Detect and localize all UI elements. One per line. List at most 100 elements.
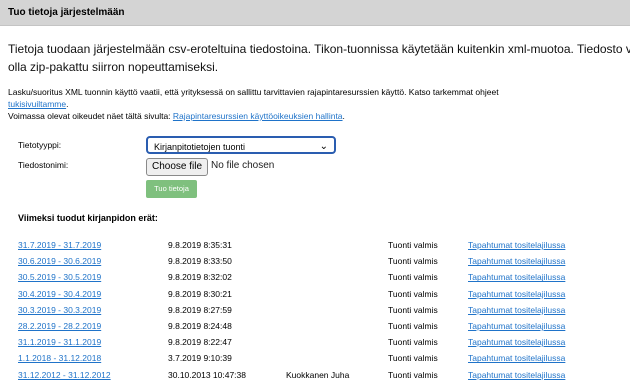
events-link[interactable]: Tapahtumat tositelajilussa xyxy=(468,272,565,282)
notes: Lasku/suoritus XML tuonnin käyttö vaatii… xyxy=(8,86,622,122)
import-user-cell xyxy=(286,253,388,269)
period-link[interactable]: 30.3.2019 - 30.3.2019 xyxy=(18,305,101,315)
notes-end-1: . xyxy=(66,99,69,109)
period-link[interactable]: 30.4.2019 - 30.4.2019 xyxy=(18,289,101,299)
table-row: 30.5.2019 - 30.5.2019 9.8.2019 8:32:02 Tuo… xyxy=(18,269,622,285)
period-link[interactable]: 1.1.2018 - 31.12.2018 xyxy=(18,353,101,363)
events-link-cell: Tapahtumat tositelajilussa xyxy=(468,334,622,350)
notes-line-1b: tukisivuiltamme. xyxy=(8,98,622,110)
recent-imports-table: 31.7.2019 - 31.7.2019 9.8.2019 8:35:31 Tuo… xyxy=(18,237,622,383)
import-user-cell xyxy=(286,269,388,285)
import-time: 9.8.2019 8:33:50 xyxy=(168,256,232,267)
import-user-cell xyxy=(286,286,388,302)
import-time-cell: 30.10.2013 10:47:38 xyxy=(168,367,286,383)
events-link[interactable]: Tapahtumat tositelajilussa xyxy=(468,370,565,380)
chevron-down-icon: ⌄ xyxy=(319,141,328,152)
table-row: 1.1.2018 - 31.12.2018 3.7.2019 9:10:39 Tuo… xyxy=(18,350,622,366)
period-link-cell: 31.1.2019 - 31.1.2019 xyxy=(18,334,168,350)
import-status-cell: Tuonti valmis xyxy=(388,318,468,334)
events-link-cell: Tapahtumat tositelajilussa xyxy=(468,253,622,269)
api-rights-link[interactable]: Rajapintaresurssien käyttöoikeuksien hal… xyxy=(173,111,343,121)
import-status: Tuonti valmis xyxy=(388,353,438,364)
data-type-label: Tietotyyppi: xyxy=(18,140,62,150)
file-name-label: Tiedostonimi: xyxy=(18,160,69,170)
import-time: 9.8.2019 8:32:02 xyxy=(168,272,232,283)
events-link-cell: Tapahtumat tositelajilussa xyxy=(468,237,622,253)
period-link-cell: 1.1.2018 - 31.12.2018 xyxy=(18,350,168,366)
events-link-cell: Tapahtumat tositelajilussa xyxy=(468,350,622,366)
panel-title: Tuo tietoja järjestelmään xyxy=(8,7,125,18)
period-link-cell: 30.6.2019 - 30.6.2019 xyxy=(18,253,168,269)
events-link-cell: Tapahtumat tositelajilussa xyxy=(468,286,622,302)
table-row: 31.1.2019 - 31.1.2019 9.8.2019 8:22:47 Tuo… xyxy=(18,334,622,350)
period-link[interactable]: 30.6.2019 - 30.6.2019 xyxy=(18,256,101,266)
notes-text-1: Lasku/suoritus XML tuonnin käyttö vaatii… xyxy=(8,87,499,97)
intro-line-1: Tietoja tuodaan järjestelmään csv-erotel… xyxy=(8,42,630,56)
period-link-cell: 31.12.2012 - 31.12.2012 xyxy=(18,367,168,383)
import-status: Tuonti valmis xyxy=(388,337,438,348)
import-status-cell: Tuonti valmis xyxy=(388,334,468,350)
import-user-cell xyxy=(286,318,388,334)
import-button[interactable]: Tuo tietoja xyxy=(146,180,197,198)
events-link[interactable]: Tapahtumat tositelajilussa xyxy=(468,321,565,331)
events-link[interactable]: Tapahtumat tositelajilussa xyxy=(468,337,565,347)
period-link-cell: 30.4.2019 - 30.4.2019 xyxy=(18,286,168,302)
events-link[interactable]: Tapahtumat tositelajilussa xyxy=(468,240,565,250)
choose-file-button[interactable]: Choose file xyxy=(146,158,209,176)
import-user-cell: Kuokkanen Juha xyxy=(286,367,388,383)
import-time: 3.7.2019 9:10:39 xyxy=(168,353,232,364)
import-user-cell xyxy=(286,350,388,366)
table-row: 31.12.2012 - 31.12.2012 30.10.2013 10:47:… xyxy=(18,367,622,383)
import-time-cell: 9.8.2019 8:35:31 xyxy=(168,237,286,253)
import-time: 9.8.2019 8:22:47 xyxy=(168,337,232,348)
import-status: Tuonti valmis xyxy=(388,272,438,283)
import-status: Tuonti valmis xyxy=(388,288,438,299)
recent-imports-title: Viimeksi tuodut kirjanpidon erät: xyxy=(18,213,158,223)
notes-text-2: Voimassa olevat oikeudet näet tältä sivu… xyxy=(8,111,173,121)
period-link[interactable]: 30.5.2019 - 30.5.2019 xyxy=(18,272,101,282)
period-link-cell: 31.7.2019 - 31.7.2019 xyxy=(18,237,168,253)
events-link-cell: Tapahtumat tositelajilussa xyxy=(468,302,622,318)
period-link[interactable]: 28.2.2019 - 28.2.2019 xyxy=(18,321,101,331)
import-status-cell: Tuonti valmis xyxy=(388,350,468,366)
import-status: Tuonti valmis xyxy=(388,256,438,267)
import-time-cell: 9.8.2019 8:32:02 xyxy=(168,269,286,285)
table-row: 30.4.2019 - 30.4.2019 9.8.2019 8:30:21 Tuo… xyxy=(18,286,622,302)
import-time: 9.8.2019 8:27:59 xyxy=(168,304,232,315)
events-link[interactable]: Tapahtumat tositelajilussa xyxy=(468,353,565,363)
import-user-cell xyxy=(286,302,388,318)
import-status-cell: Tuonti valmis xyxy=(388,269,468,285)
import-time: 30.10.2013 10:47:38 xyxy=(168,369,246,380)
import-status: Tuonti valmis xyxy=(388,304,438,315)
import-user-cell xyxy=(286,334,388,350)
panel-header: Tuo tietoja järjestelmään xyxy=(0,0,630,26)
data-type-select[interactable]: Kirjanpitotietojen tuonti ⌄ xyxy=(146,136,336,154)
import-time: 9.8.2019 8:30:21 xyxy=(168,288,232,299)
period-link[interactable]: 31.7.2019 - 31.7.2019 xyxy=(18,240,101,250)
table-row: 30.6.2019 - 30.6.2019 9.8.2019 8:33:50 Tuo… xyxy=(18,253,622,269)
notes-line-2: Voimassa olevat oikeudet näet tältä sivu… xyxy=(8,110,622,122)
notes-line-1: Lasku/suoritus XML tuonnin käyttö vaatii… xyxy=(8,86,622,98)
support-pages-link[interactable]: tukisivuiltamme xyxy=(8,99,66,109)
events-link[interactable]: Tapahtumat tositelajilussa xyxy=(468,256,565,266)
intro-text: Tietoja tuodaan järjestelmään csv-erotel… xyxy=(8,40,630,76)
table-row: 31.7.2019 - 31.7.2019 9.8.2019 8:35:31 Tuo… xyxy=(18,237,622,253)
import-time-cell: 9.8.2019 8:24:48 xyxy=(168,318,286,334)
period-link[interactable]: 31.12.2012 - 31.12.2012 xyxy=(18,370,111,380)
import-time-cell: 3.7.2019 9:10:39 xyxy=(168,350,286,366)
import-status: Tuonti valmis xyxy=(388,369,438,380)
table-row: 28.2.2019 - 28.2.2019 9.8.2019 8:24:48 Tuo… xyxy=(18,318,622,334)
import-status-cell: Tuonti valmis xyxy=(388,367,468,383)
import-user: Kuokkanen Juha xyxy=(286,369,350,380)
file-status: No file chosen xyxy=(211,160,275,171)
events-link[interactable]: Tapahtumat tositelajilussa xyxy=(468,305,565,315)
table-row: 30.3.2019 - 30.3.2019 9.8.2019 8:27:59 Tuo… xyxy=(18,302,622,318)
events-link-cell: Tapahtumat tositelajilussa xyxy=(468,367,622,383)
intro-line-2: olla zip-pakattu siirron nopeuttamiseksi… xyxy=(8,60,219,74)
import-status-cell: Tuonti valmis xyxy=(388,237,468,253)
period-link-cell: 30.3.2019 - 30.3.2019 xyxy=(18,302,168,318)
events-link[interactable]: Tapahtumat tositelajilussa xyxy=(468,289,565,299)
events-link-cell: Tapahtumat tositelajilussa xyxy=(468,269,622,285)
import-time-cell: 9.8.2019 8:22:47 xyxy=(168,334,286,350)
period-link[interactable]: 31.1.2019 - 31.1.2019 xyxy=(18,337,101,347)
